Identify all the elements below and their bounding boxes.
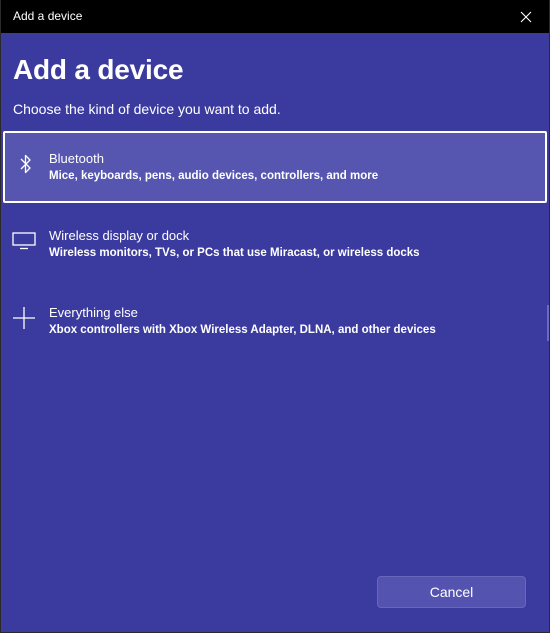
- monitor-icon: [11, 228, 37, 254]
- option-bluetooth[interactable]: Bluetooth Mice, keyboards, pens, audio d…: [3, 131, 547, 203]
- option-bluetooth-title: Bluetooth: [49, 151, 104, 166]
- option-wireless-display[interactable]: Wireless display or dock Wireless monito…: [3, 208, 547, 280]
- option-bluetooth-description: Mice, keyboards, pens, audio devices, co…: [49, 170, 379, 182]
- page-subtitle: Choose the kind of device you want to ad…: [13, 101, 281, 117]
- option-wireless-display-description: Wireless monitors, TVs, or PCs that use …: [49, 247, 420, 259]
- scrollbar-indicator[interactable]: [547, 305, 549, 341]
- window-title: Add a device: [13, 9, 83, 23]
- page-title: Add a device: [13, 54, 184, 85]
- close-icon: [520, 11, 532, 23]
- option-everything-else-title: Everything else: [49, 305, 138, 320]
- bluetooth-icon: [13, 151, 39, 177]
- cancel-button[interactable]: Cancel: [377, 576, 526, 608]
- close-button[interactable]: [503, 0, 549, 33]
- option-everything-else-description: Xbox controllers with Xbox Wireless Adap…: [49, 324, 436, 336]
- option-everything-else[interactable]: Everything else Xbox controllers with Xb…: [3, 285, 547, 357]
- option-wireless-display-title: Wireless display or dock: [49, 228, 190, 243]
- plus-icon: [11, 305, 37, 331]
- title-bar: Add a device: [1, 0, 549, 33]
- add-device-window: Add a device Add a device Choose the kin…: [0, 0, 550, 633]
